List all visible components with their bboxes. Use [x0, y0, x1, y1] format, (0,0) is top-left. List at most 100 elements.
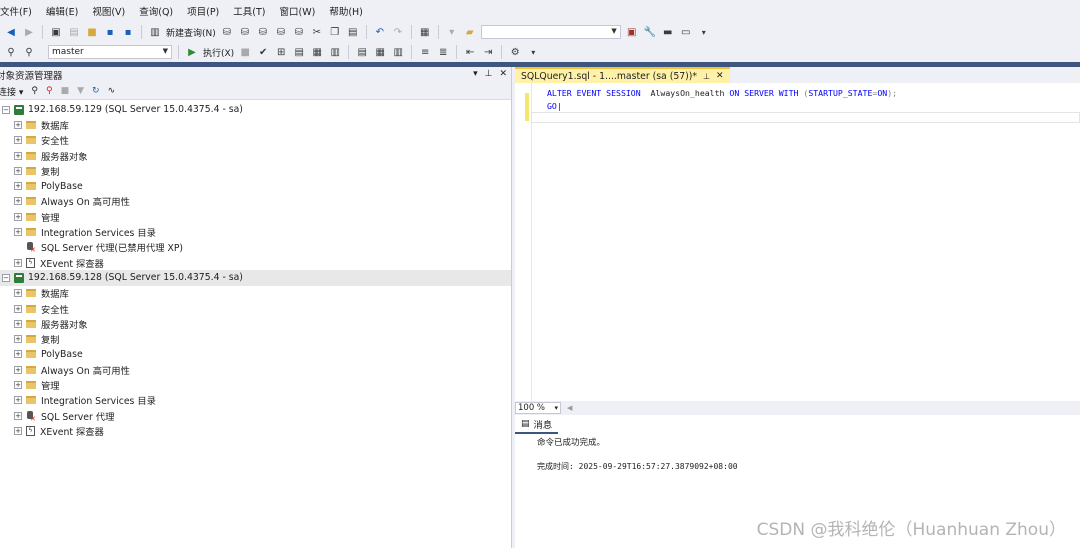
expand-icon[interactable]: +	[14, 304, 22, 313]
find-icon[interactable]: ▰	[463, 25, 477, 39]
new-query-button[interactable]: 新建查询(N)	[166, 26, 216, 39]
das-query-icon[interactable]: ⛁	[292, 25, 306, 39]
toolbox-icon[interactable]: ▬	[661, 25, 675, 39]
tree-node-security[interactable]: + 安全性	[0, 301, 511, 316]
tree-node-sql-agent[interactable]: ✕ SQL Server 代理(已禁用代理 XP)	[0, 240, 511, 255]
menu-project[interactable]: 项目(P)	[181, 4, 227, 18]
query-designer-icon[interactable]: ▤	[292, 45, 306, 59]
toolbar-options-icon[interactable]: ▾	[697, 25, 711, 39]
expand-icon[interactable]: +	[14, 380, 22, 389]
menu-tools[interactable]: 工具(T)	[227, 4, 273, 18]
results-text-icon[interactable]: ▤	[355, 45, 369, 59]
tree-node-integration-services[interactable]: + Integration Services 目录	[0, 393, 511, 408]
close-icon[interactable]: ✕	[716, 71, 724, 81]
tree-node-replication[interactable]: + 复制	[0, 163, 511, 178]
results-grid-icon[interactable]: ▦	[373, 45, 387, 59]
tree-node-server-objects[interactable]: + 服务器对象	[0, 316, 511, 331]
tree-node-server[interactable]: − 192.168.59.129 (SQL Server 15.0.4375.4…	[0, 102, 511, 117]
tree-node-sql-agent[interactable]: + ✕ SQL Server 代理	[0, 408, 511, 423]
scroll-left-icon[interactable]: ◀	[567, 404, 572, 412]
tree-node-databases[interactable]: + 数据库	[0, 286, 511, 301]
collapse-icon[interactable]: −	[2, 105, 10, 114]
tree-node-always-on[interactable]: + Always On 高可用性	[0, 194, 511, 209]
tree-node-polybase[interactable]: + PolyBase	[0, 178, 511, 193]
database-select[interactable]: master ▼	[48, 45, 172, 59]
expand-icon[interactable]: +	[14, 120, 22, 129]
cut-icon[interactable]: ✂	[310, 25, 324, 39]
expand-icon[interactable]: +	[14, 289, 22, 298]
menu-window[interactable]: 窗口(W)	[274, 4, 324, 18]
back-icon[interactable]: ◀	[4, 25, 18, 39]
tree-node-xevent[interactable]: + ϟ XEvent 探查器	[0, 255, 511, 270]
tab-sqlquery1[interactable]: SQLQuery1.sql - 1....master (sa (57))* ⊥…	[515, 67, 730, 83]
tree-node-management[interactable]: + 管理	[0, 377, 511, 392]
wrench-icon[interactable]: 🔧	[643, 25, 657, 39]
expand-icon[interactable]: +	[14, 258, 22, 267]
intellisense-icon[interactable]: ▦	[310, 45, 324, 59]
paste-icon[interactable]: ▤	[346, 25, 360, 39]
collapse-icon[interactable]: −	[2, 273, 10, 282]
connect-icon[interactable]: ⚲	[31, 86, 38, 96]
expand-icon[interactable]: +	[14, 319, 22, 328]
mdx-query-icon[interactable]: ⛁	[238, 25, 252, 39]
cancel-query-icon[interactable]: ■	[238, 45, 252, 59]
save-all-icon[interactable]: ▪	[121, 25, 135, 39]
expand-icon[interactable]: +	[14, 228, 22, 237]
expand-icon[interactable]: +	[14, 365, 22, 374]
pin-icon[interactable]: ⊥	[703, 72, 710, 81]
copy-icon[interactable]: ❐	[328, 25, 342, 39]
tree-node-integration-services[interactable]: + Integration Services 目录	[0, 224, 511, 239]
expand-icon[interactable]: +	[14, 426, 22, 435]
expand-icon[interactable]: +	[14, 197, 22, 206]
tree-node-management[interactable]: + 管理	[0, 209, 511, 224]
activity-icon[interactable]: ∿	[108, 86, 116, 96]
zoom-select[interactable]: 100 % ▾	[515, 402, 561, 414]
expand-icon[interactable]: +	[14, 411, 22, 420]
tree-node-server[interactable]: − 192.168.59.128 (SQL Server 15.0.4375.4…	[0, 270, 511, 286]
tree-node-server-objects[interactable]: + 服务器对象	[0, 148, 511, 163]
pin-icon[interactable]: ⊥	[485, 69, 493, 79]
save-icon[interactable]: ▪	[103, 25, 117, 39]
activity-monitor-icon[interactable]: ▦	[418, 25, 432, 39]
redo-icon[interactable]: ↷	[391, 25, 405, 39]
decrease-indent-icon[interactable]: ⇤	[463, 45, 477, 59]
parse-icon[interactable]: ✔	[256, 45, 270, 59]
execute-button[interactable]: 执行(X)	[203, 46, 234, 59]
expand-icon[interactable]: +	[14, 182, 22, 191]
menu-view[interactable]: 视图(V)	[86, 4, 133, 18]
sql-editor[interactable]: ALTER EVENT SESSION AlwaysOn_health ON S…	[515, 83, 1080, 401]
window-layout-icon[interactable]: ▭	[679, 25, 693, 39]
estimated-plan-icon[interactable]: ⊞	[274, 45, 288, 59]
increase-indent-icon[interactable]: ⇥	[481, 45, 495, 59]
close-icon[interactable]: ✕	[499, 69, 507, 79]
expand-icon[interactable]: +	[14, 335, 22, 344]
change-connection-icon[interactable]: ⚲	[22, 45, 36, 59]
refresh-icon[interactable]: ↻	[92, 86, 100, 96]
tree-node-always-on[interactable]: + Always On 高可用性	[0, 362, 511, 377]
stop-icon[interactable]: ■	[61, 86, 70, 96]
filter-icon[interactable]: ▼	[77, 86, 84, 96]
expand-icon[interactable]: +	[14, 166, 22, 175]
solution-config-dropdown[interactable]: ▾	[445, 25, 459, 39]
tab-messages[interactable]: ▤ 消息	[515, 416, 559, 434]
expand-icon[interactable]: +	[14, 136, 22, 145]
menu-file[interactable]: 文件(F)	[0, 4, 40, 18]
menu-edit[interactable]: 编辑(E)	[40, 4, 86, 18]
results-file-icon[interactable]: ▥	[391, 45, 405, 59]
dmx-query-icon[interactable]: ⛁	[256, 25, 270, 39]
uncomment-icon[interactable]: ≣	[436, 45, 450, 59]
forward-icon[interactable]: ▶	[22, 25, 36, 39]
connect-icon[interactable]: ⚲	[4, 45, 18, 59]
actual-plan-icon[interactable]: ▥	[328, 45, 342, 59]
tree-node-replication[interactable]: + 复制	[0, 331, 511, 346]
new-query-icon[interactable]: ▥	[148, 25, 162, 39]
add-item-icon[interactable]: ▤	[67, 25, 81, 39]
code-text[interactable]: ALTER EVENT SESSION AlwaysOn_health ON S…	[547, 87, 897, 112]
undo-icon[interactable]: ↶	[373, 25, 387, 39]
expand-icon[interactable]: +	[14, 151, 22, 160]
window-position-icon[interactable]: ▾	[473, 69, 478, 79]
tree-node-xevent[interactable]: + ϟ XEvent 探查器	[0, 423, 511, 438]
disconnect-icon[interactable]: ⚲	[46, 86, 53, 96]
specify-values-icon[interactable]: ⚙	[508, 45, 522, 59]
tree-node-databases[interactable]: + 数据库	[0, 117, 511, 132]
